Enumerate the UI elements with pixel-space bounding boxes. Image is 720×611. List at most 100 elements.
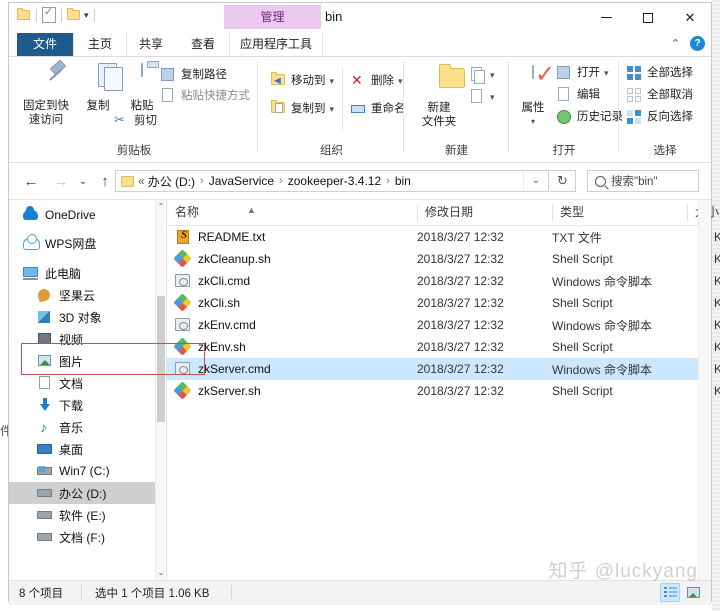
chevron-right-icon[interactable]: › <box>279 175 283 187</box>
file-name-cell[interactable]: zkCli.cmd <box>175 273 250 289</box>
chevron-right-icon[interactable]: › <box>386 175 390 187</box>
details-view-button[interactable] <box>660 583 680 602</box>
rename-button[interactable]: 重命名 <box>351 101 406 117</box>
recent-locations-button[interactable]: ⌄ <box>73 171 93 191</box>
sidebar-item-wps[interactable]: WPS网盘 <box>9 232 165 254</box>
file-name-cell[interactable]: zkEnv.cmd <box>175 317 256 333</box>
table-row-selected[interactable]: zkServer.cmd 2018/3/27 12:32 Windows 命令脚… <box>167 358 720 380</box>
column-name[interactable]: 名称 ▲ <box>167 200 417 225</box>
chevron-down-icon[interactable]: ▾ <box>84 10 89 20</box>
invert-selection-button[interactable]: 反向选择 <box>627 109 693 125</box>
move-to-button[interactable]: ◄ 移动到 ▾ <box>271 72 335 89</box>
easy-access-button[interactable]: ▾ <box>470 89 495 105</box>
new-folder-button[interactable]: 新建 文件夹 <box>410 65 468 129</box>
edit-button[interactable]: 编辑 <box>557 87 600 103</box>
sidebar-item-videos[interactable]: 视频 <box>9 328 165 350</box>
chevron-down-icon[interactable]: ▾ <box>330 101 335 117</box>
sidebar-item-desktop[interactable]: 桌面 <box>9 438 165 460</box>
file-name-cell[interactable]: README.txt <box>175 229 265 245</box>
breadcrumb-overflow[interactable]: « <box>138 174 145 188</box>
select-none-button[interactable]: 全部取消 <box>627 87 693 103</box>
large-icons-view-button[interactable] <box>683 583 703 602</box>
sidebar-item-onedrive[interactable]: OneDrive <box>9 204 165 226</box>
back-button[interactable]: ← <box>21 171 41 191</box>
contextual-tab-header[interactable]: 管理 <box>224 5 321 29</box>
new-folder-icon[interactable] <box>67 7 81 21</box>
file-name-cell[interactable]: zkCli.sh <box>173 293 240 312</box>
help-icon[interactable]: ? <box>690 36 705 51</box>
tab-file[interactable]: 文件 <box>17 33 73 56</box>
tab-share[interactable]: 共享 <box>125 33 177 56</box>
this-pc-icon <box>23 265 39 281</box>
column-type[interactable]: 类型 <box>552 200 687 225</box>
file-name-cell[interactable]: zkEnv.sh <box>173 337 246 356</box>
close-button[interactable]: ✕ <box>669 3 711 32</box>
sidebar-item-music[interactable]: ♪ 音乐 <box>9 416 165 438</box>
forward-button[interactable]: → <box>51 171 71 191</box>
file-name-cell[interactable]: zkServer.sh <box>173 381 261 400</box>
breadcrumb-bar[interactable]: « 办公 (D:) › JavaService › zookeeper-3.4.… <box>115 170 549 192</box>
properties-button[interactable]: 属性 ▾ <box>511 65 555 129</box>
chevron-down-icon[interactable]: ▾ <box>398 73 403 89</box>
sidebar-item-downloads[interactable]: 下载 <box>9 394 165 416</box>
scroll-down-icon[interactable]: ⌄ <box>156 566 165 580</box>
table-row[interactable]: zkEnv.cmd 2018/3/27 12:32 Windows 命令脚本 2… <box>167 314 720 336</box>
cut-button[interactable]: ✂ 剪切 <box>114 113 157 129</box>
sidebar-item-documents[interactable]: 文档 <box>9 372 165 394</box>
column-date-modified[interactable]: 修改日期 <box>417 200 552 225</box>
table-row[interactable]: zkServer.sh 2018/3/27 12:32 Shell Script… <box>167 380 720 402</box>
file-name-cell[interactable]: zkCleanup.sh <box>173 249 271 268</box>
chevron-down-icon[interactable]: ▾ <box>490 67 495 83</box>
file-list-scrollbar[interactable] <box>698 200 711 580</box>
sidebar-item-office-d[interactable]: 办公 (D:) <box>9 482 165 504</box>
pin-to-quick-access-button[interactable]: 固定到快 速访问 <box>17 63 75 127</box>
table-row[interactable]: zkCli.sh 2018/3/27 12:32 Shell Script 2 … <box>167 292 720 314</box>
folder-icon[interactable] <box>121 175 134 187</box>
tab-home[interactable]: 主页 <box>73 33 127 56</box>
sidebar-item-software-e[interactable]: 软件 (E:) <box>9 504 165 526</box>
sidebar-item-win7-c[interactable]: Win7 (C:) <box>9 460 165 482</box>
chevron-down-icon[interactable]: ▾ <box>490 89 495 105</box>
copy-to-button[interactable]: 复制到 ▾ <box>271 100 335 117</box>
maximize-button[interactable] <box>627 3 669 32</box>
table-row[interactable]: zkEnv.sh 2018/3/27 12:32 Shell Script 3 … <box>167 336 720 358</box>
sidebar-item-this-pc[interactable]: 此电脑 <box>9 262 165 284</box>
properties-icon[interactable] <box>42 5 56 23</box>
select-all-button[interactable]: 全部选择 <box>627 65 693 81</box>
breadcrumb-item-0[interactable]: 办公 (D:) <box>148 173 195 190</box>
copy-path-button[interactable]: 复制路径 <box>161 67 227 83</box>
breadcrumb-item-3[interactable]: bin <box>395 174 411 188</box>
tab-app-tools[interactable]: 应用程序工具 <box>229 33 323 56</box>
open-button[interactable]: 打开 ▾ <box>557 65 609 81</box>
scrollbar-thumb[interactable] <box>157 296 165 422</box>
search-input[interactable]: 搜索"bin" <box>611 173 658 189</box>
table-row[interactable]: zkCleanup.sh 2018/3/27 12:32 Shell Scrip… <box>167 248 720 270</box>
chevron-right-icon[interactable]: › <box>200 175 204 187</box>
minimize-button[interactable] <box>585 3 627 32</box>
address-dropdown-icon[interactable]: ⌄ <box>523 171 548 191</box>
up-button[interactable]: ↑ <box>95 171 115 191</box>
chevron-down-icon[interactable]: ▾ <box>604 65 609 81</box>
file-name-cell[interactable]: zkServer.cmd <box>175 361 271 377</box>
breadcrumb-item-1[interactable]: JavaService <box>209 174 274 188</box>
paste-shortcut-button[interactable]: 粘贴快捷方式 <box>161 88 250 104</box>
table-row[interactable]: zkCli.cmd 2018/3/27 12:32 Windows 命令脚本 2… <box>167 270 720 292</box>
tab-view[interactable]: 查看 <box>177 33 229 56</box>
chevron-up-icon[interactable]: ⌃ <box>671 37 680 50</box>
breadcrumb-item-2[interactable]: zookeeper-3.4.12 <box>288 174 381 188</box>
delete-button[interactable]: ✕ 删除 ▾ <box>351 73 403 89</box>
nav-pane-scrollbar[interactable]: ⌃ ⌄ <box>155 200 165 580</box>
scroll-up-icon[interactable]: ⌃ <box>156 200 165 214</box>
refresh-button[interactable]: ↻ <box>550 170 576 192</box>
chevron-down-icon[interactable]: ▾ <box>330 73 335 89</box>
history-button[interactable]: 历史记录 <box>557 109 623 125</box>
new-item-button[interactable]: ▾ <box>470 67 495 84</box>
folder-icon[interactable] <box>17 7 31 21</box>
table-row[interactable]: README.txt 2018/3/27 12:32 TXT 文件 1 K <box>167 226 720 248</box>
sidebar-item-pictures[interactable]: 图片 <box>9 350 165 372</box>
search-box[interactable]: 搜索"bin" <box>587 170 699 192</box>
chevron-down-icon[interactable]: ▾ <box>511 115 555 129</box>
sidebar-item-3d-objects[interactable]: 3D 对象 <box>9 306 165 328</box>
sidebar-item-documents-f[interactable]: 文档 (F:) <box>9 526 165 548</box>
sidebar-item-nutstore[interactable]: 坚果云 <box>9 284 165 306</box>
